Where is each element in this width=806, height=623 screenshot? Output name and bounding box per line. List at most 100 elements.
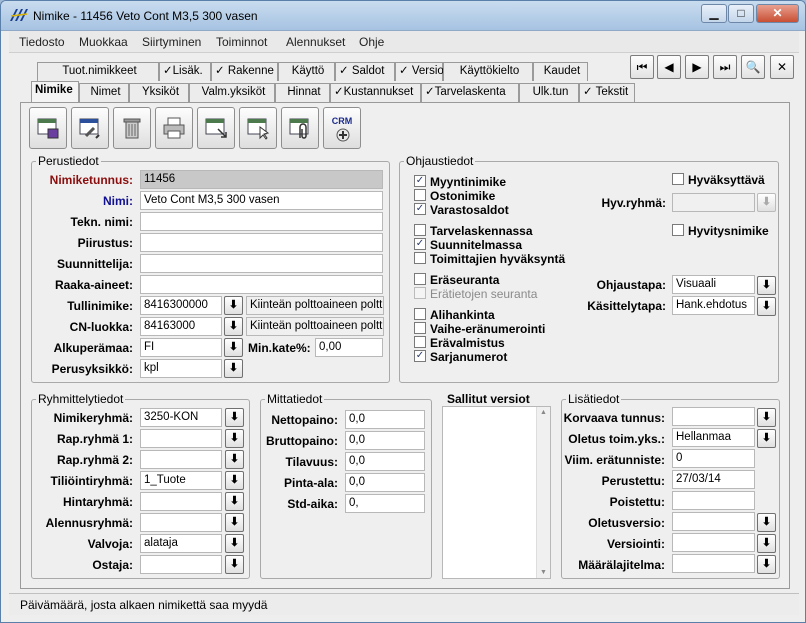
tab-kaudet[interactable]: Kaudet <box>533 62 588 81</box>
perusyksikko-dropdown[interactable]: ⬇ <box>224 359 243 378</box>
tab-kayttokielto[interactable]: Käyttökielto <box>443 62 533 81</box>
save-button[interactable] <box>29 107 67 149</box>
alkuperamaa-field[interactable]: FI <box>140 338 222 357</box>
poistettu-field[interactable] <box>672 491 755 510</box>
oletusversio-field[interactable] <box>672 512 755 531</box>
first-record-button[interactable]: ⏮ <box>630 55 654 79</box>
piirustus-field[interactable] <box>140 233 383 252</box>
ostaja-field[interactable] <box>140 555 222 574</box>
valvoja-dropdown[interactable]: ⬇ <box>225 534 244 553</box>
rap-ryhma-2-dropdown[interactable]: ⬇ <box>225 450 244 469</box>
myyntinimike-checkbox[interactable]: ✓ <box>414 175 426 187</box>
tab-tuot-nimikkeet[interactable]: Tuot.nimikkeet <box>37 62 159 81</box>
eravalmistus-checkbox[interactable] <box>414 336 426 348</box>
korvaava-tunnus-field[interactable] <box>672 407 755 426</box>
print-button[interactable] <box>155 107 193 149</box>
menu-siirtyminen[interactable]: Siirtyminen <box>142 35 201 49</box>
rap-ryhma-1-dropdown[interactable]: ⬇ <box>225 429 244 448</box>
hintaryhma-dropdown[interactable]: ⬇ <box>225 492 244 511</box>
nimiketunnus-field[interactable]: 11456 <box>140 170 383 189</box>
vaihe-eranumerointi-checkbox[interactable] <box>414 322 426 334</box>
menu-muokkaa[interactable]: Muokkaa <box>79 35 128 49</box>
tools-button[interactable] <box>71 107 109 149</box>
alennusryhma-field[interactable] <box>140 513 222 532</box>
kasittelytapa-field[interactable]: Hank.ehdotus <box>672 296 755 315</box>
oletus-toim-yks-field[interactable]: Hellanmaa <box>672 428 755 447</box>
scroll-up-icon[interactable]: ▲ <box>540 409 547 416</box>
raaka-aineet-field[interactable] <box>140 275 383 294</box>
rap-ryhma-1-field[interactable] <box>140 429 222 448</box>
versiot-scrollbar[interactable]: ▲ ▼ <box>536 407 550 578</box>
tab-rakenne[interactable]: ✓ Rakenne <box>211 62 278 81</box>
varastosaldot-checkbox[interactable]: ✓ <box>414 203 426 215</box>
tab-yksikot[interactable]: Yksiköt <box>129 83 189 102</box>
menu-ohje[interactable]: Ohje <box>359 35 384 49</box>
scroll-down-icon[interactable]: ▼ <box>540 569 547 576</box>
nimikeryhma-field[interactable]: 3250-KON <box>140 408 222 427</box>
attachments-button[interactable] <box>281 107 319 149</box>
tab-nimike[interactable]: Nimike <box>31 81 79 102</box>
nettopaino-field[interactable]: 0,0 <box>345 410 425 429</box>
eraseuranta-checkbox[interactable] <box>414 273 426 285</box>
search-button[interactable]: 🔍 <box>741 55 765 79</box>
tekn-nimi-field[interactable] <box>140 212 383 231</box>
ohjaustapa-field[interactable]: Visuaali <box>672 275 755 294</box>
cn-luokka-dropdown[interactable]: ⬇ <box>224 317 243 336</box>
menu-toiminnot[interactable]: Toiminnot <box>216 35 267 49</box>
tullinimike-dropdown[interactable]: ⬇ <box>224 296 243 315</box>
minimize-button[interactable]: ▁ <box>701 4 727 23</box>
tilavuus-field[interactable]: 0,0 <box>345 452 425 471</box>
suunnittelija-field[interactable] <box>140 254 383 273</box>
tab-kaytto[interactable]: Käyttö <box>278 62 335 81</box>
nimi-field[interactable]: Veto Cont M3,5 300 vasen <box>140 191 383 210</box>
tab-valm-yksikot[interactable]: Valm.yksiköt <box>189 83 275 102</box>
nimikeryhma-dropdown[interactable]: ⬇ <box>225 408 244 427</box>
select-button[interactable] <box>239 107 277 149</box>
tab-lisak[interactable]: ✓Lisäk. <box>159 62 211 81</box>
std-aika-field[interactable]: 0, <box>345 494 425 513</box>
min-kate-field[interactable]: 0,00 <box>315 338 383 357</box>
kasittelytapa-dropdown[interactable]: ⬇ <box>757 297 776 316</box>
tab-saldot[interactable]: ✓ Saldot <box>335 62 395 81</box>
oletusversio-dropdown[interactable]: ⬇ <box>757 513 776 532</box>
delete-button[interactable] <box>113 107 151 149</box>
maaralajitelma-field[interactable] <box>672 554 755 573</box>
next-record-button[interactable]: ▶ <box>685 55 709 79</box>
korvaava-tunnus-dropdown[interactable]: ⬇ <box>757 408 776 427</box>
alihankinta-checkbox[interactable] <box>414 308 426 320</box>
ohjaustapa-dropdown[interactable]: ⬇ <box>757 276 776 295</box>
hintaryhma-field[interactable] <box>140 492 222 511</box>
tab-nimet[interactable]: Nimet <box>79 83 129 102</box>
previous-record-button[interactable]: ◀ <box>657 55 681 79</box>
close-window-button[interactable]: ✕ <box>756 4 799 23</box>
tab-tekstit[interactable]: ✓ Tekstit <box>579 83 635 102</box>
menu-alennukset[interactable]: Alennukset <box>286 35 345 49</box>
crm-button[interactable]: CRM <box>323 107 361 149</box>
versiointi-field[interactable] <box>672 533 755 552</box>
toimittajien-hyvaksynta-checkbox[interactable] <box>414 252 426 264</box>
valvoja-field[interactable]: alataja <box>140 534 222 553</box>
tab-kustannukset[interactable]: ✓Kustannukset <box>330 83 421 102</box>
tarvelaskennassa-checkbox[interactable] <box>414 224 426 236</box>
last-record-button[interactable]: ⏭ <box>713 55 737 79</box>
menu-tiedosto[interactable]: Tiedosto <box>19 35 65 49</box>
sarjanumerot-checkbox[interactable]: ✓ <box>414 350 426 362</box>
bruttopaino-field[interactable]: 0,0 <box>345 431 425 450</box>
maaralajitelma-dropdown[interactable]: ⬇ <box>757 555 776 574</box>
ostonimike-checkbox[interactable] <box>414 189 426 201</box>
rap-ryhma-2-field[interactable] <box>140 450 222 469</box>
versiointi-dropdown[interactable]: ⬇ <box>757 534 776 553</box>
oletus-toim-yks-dropdown[interactable]: ⬇ <box>757 429 776 448</box>
close-form-button[interactable]: ✕ <box>770 55 794 79</box>
alkuperamaa-dropdown[interactable]: ⬇ <box>224 338 243 357</box>
export-button[interactable] <box>197 107 235 149</box>
ostaja-dropdown[interactable]: ⬇ <box>225 555 244 574</box>
tab-hinnat[interactable]: Hinnat <box>275 83 330 102</box>
tab-tarvelaskenta[interactable]: ✓Tarvelaskenta <box>421 83 519 102</box>
cn-luokka-field[interactable]: 84163000 <box>140 317 222 336</box>
tab-ulk-tun[interactable]: Ulk.tun <box>519 83 579 102</box>
perusyksikko-field[interactable]: kpl <box>140 359 222 378</box>
hyvaksyttava-checkbox[interactable] <box>672 173 684 185</box>
tab-versiot[interactable]: ✓ Versiot <box>395 62 447 81</box>
perustettu-field[interactable]: 27/03/14 <box>672 470 755 489</box>
